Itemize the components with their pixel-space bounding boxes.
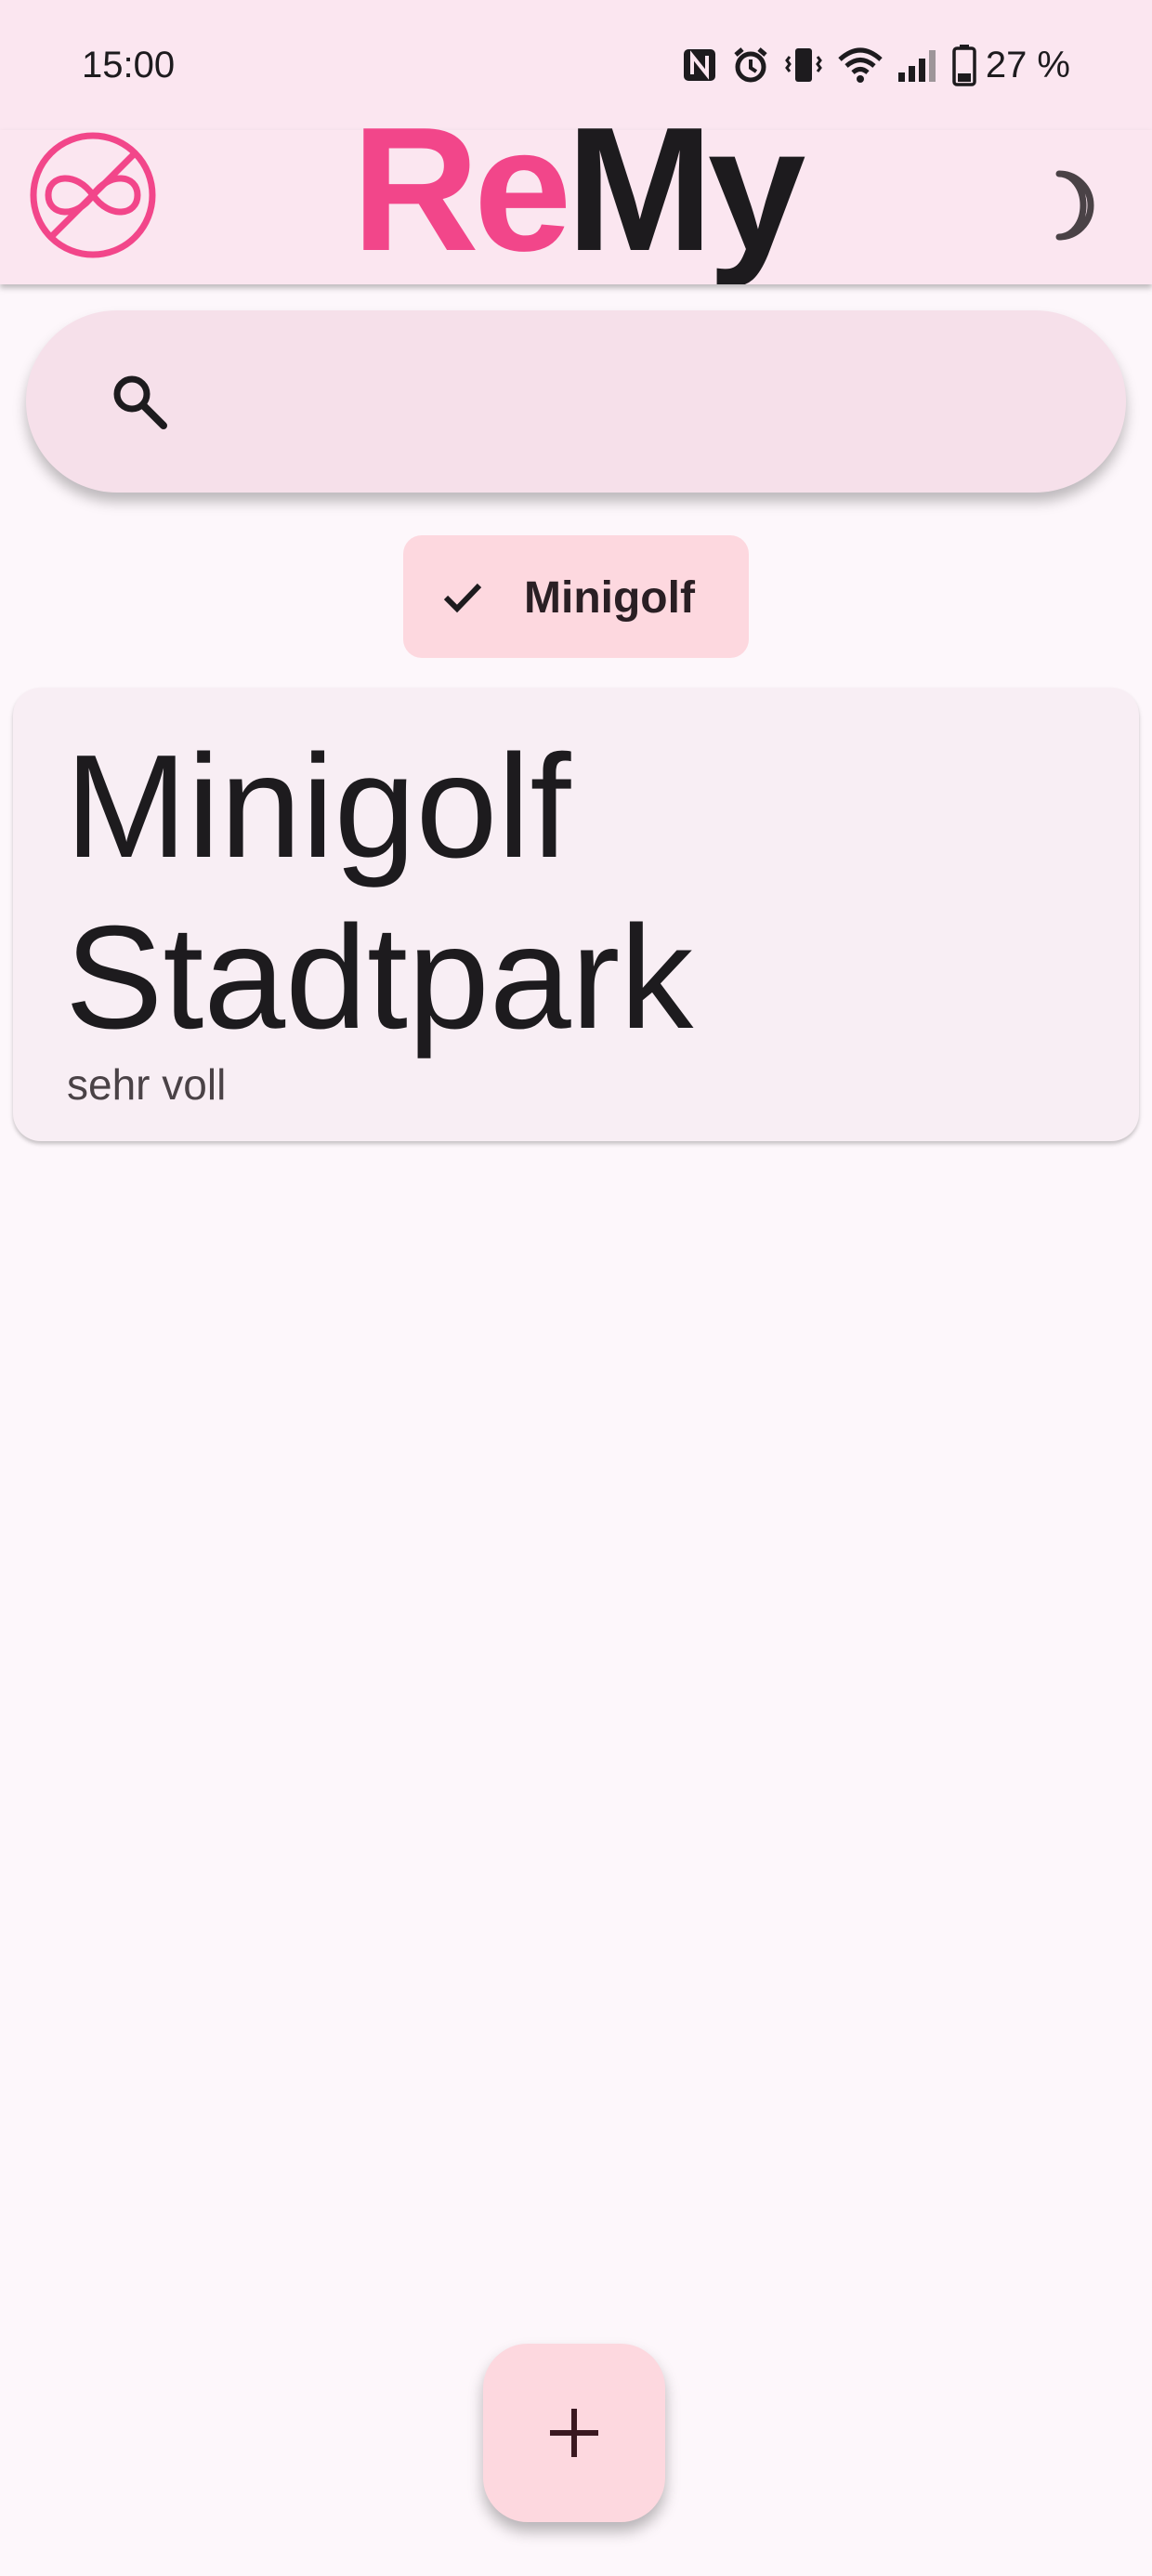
- status-time: 15:00: [82, 45, 176, 85]
- status-bar: 15:00 27 %: [0, 0, 1152, 130]
- search-bar[interactable]: [26, 310, 1126, 493]
- wifi-icon: [837, 46, 884, 84]
- plus-icon: [546, 2405, 602, 2461]
- app-title: ReMy: [0, 112, 1152, 284]
- search-input[interactable]: [203, 357, 1089, 448]
- add-button[interactable]: [483, 2344, 665, 2522]
- status-icons: 27 %: [681, 41, 1070, 89]
- battery-icon: [952, 44, 976, 86]
- search-icon: [110, 372, 169, 431]
- check-icon: [440, 574, 485, 619]
- nfc-icon: [681, 46, 718, 84]
- alarm-icon: [731, 46, 770, 85]
- battery-percent: 27 %: [985, 44, 1070, 85]
- card-subtitle: sehr voll: [67, 1060, 227, 1109]
- app-title-my: My: [566, 112, 805, 284]
- filter-chip-minigolf[interactable]: Minigolf: [403, 535, 749, 658]
- filter-chip-label: Minigolf: [524, 573, 695, 623]
- card-title: Minigolf Stadtpark: [65, 725, 694, 1059]
- app-title-re: Re: [351, 112, 572, 284]
- vibrate-icon: [783, 46, 824, 85]
- signal-icon: [897, 46, 939, 84]
- place-card[interactable]: Minigolf Stadtpark sehr voll: [13, 688, 1139, 1141]
